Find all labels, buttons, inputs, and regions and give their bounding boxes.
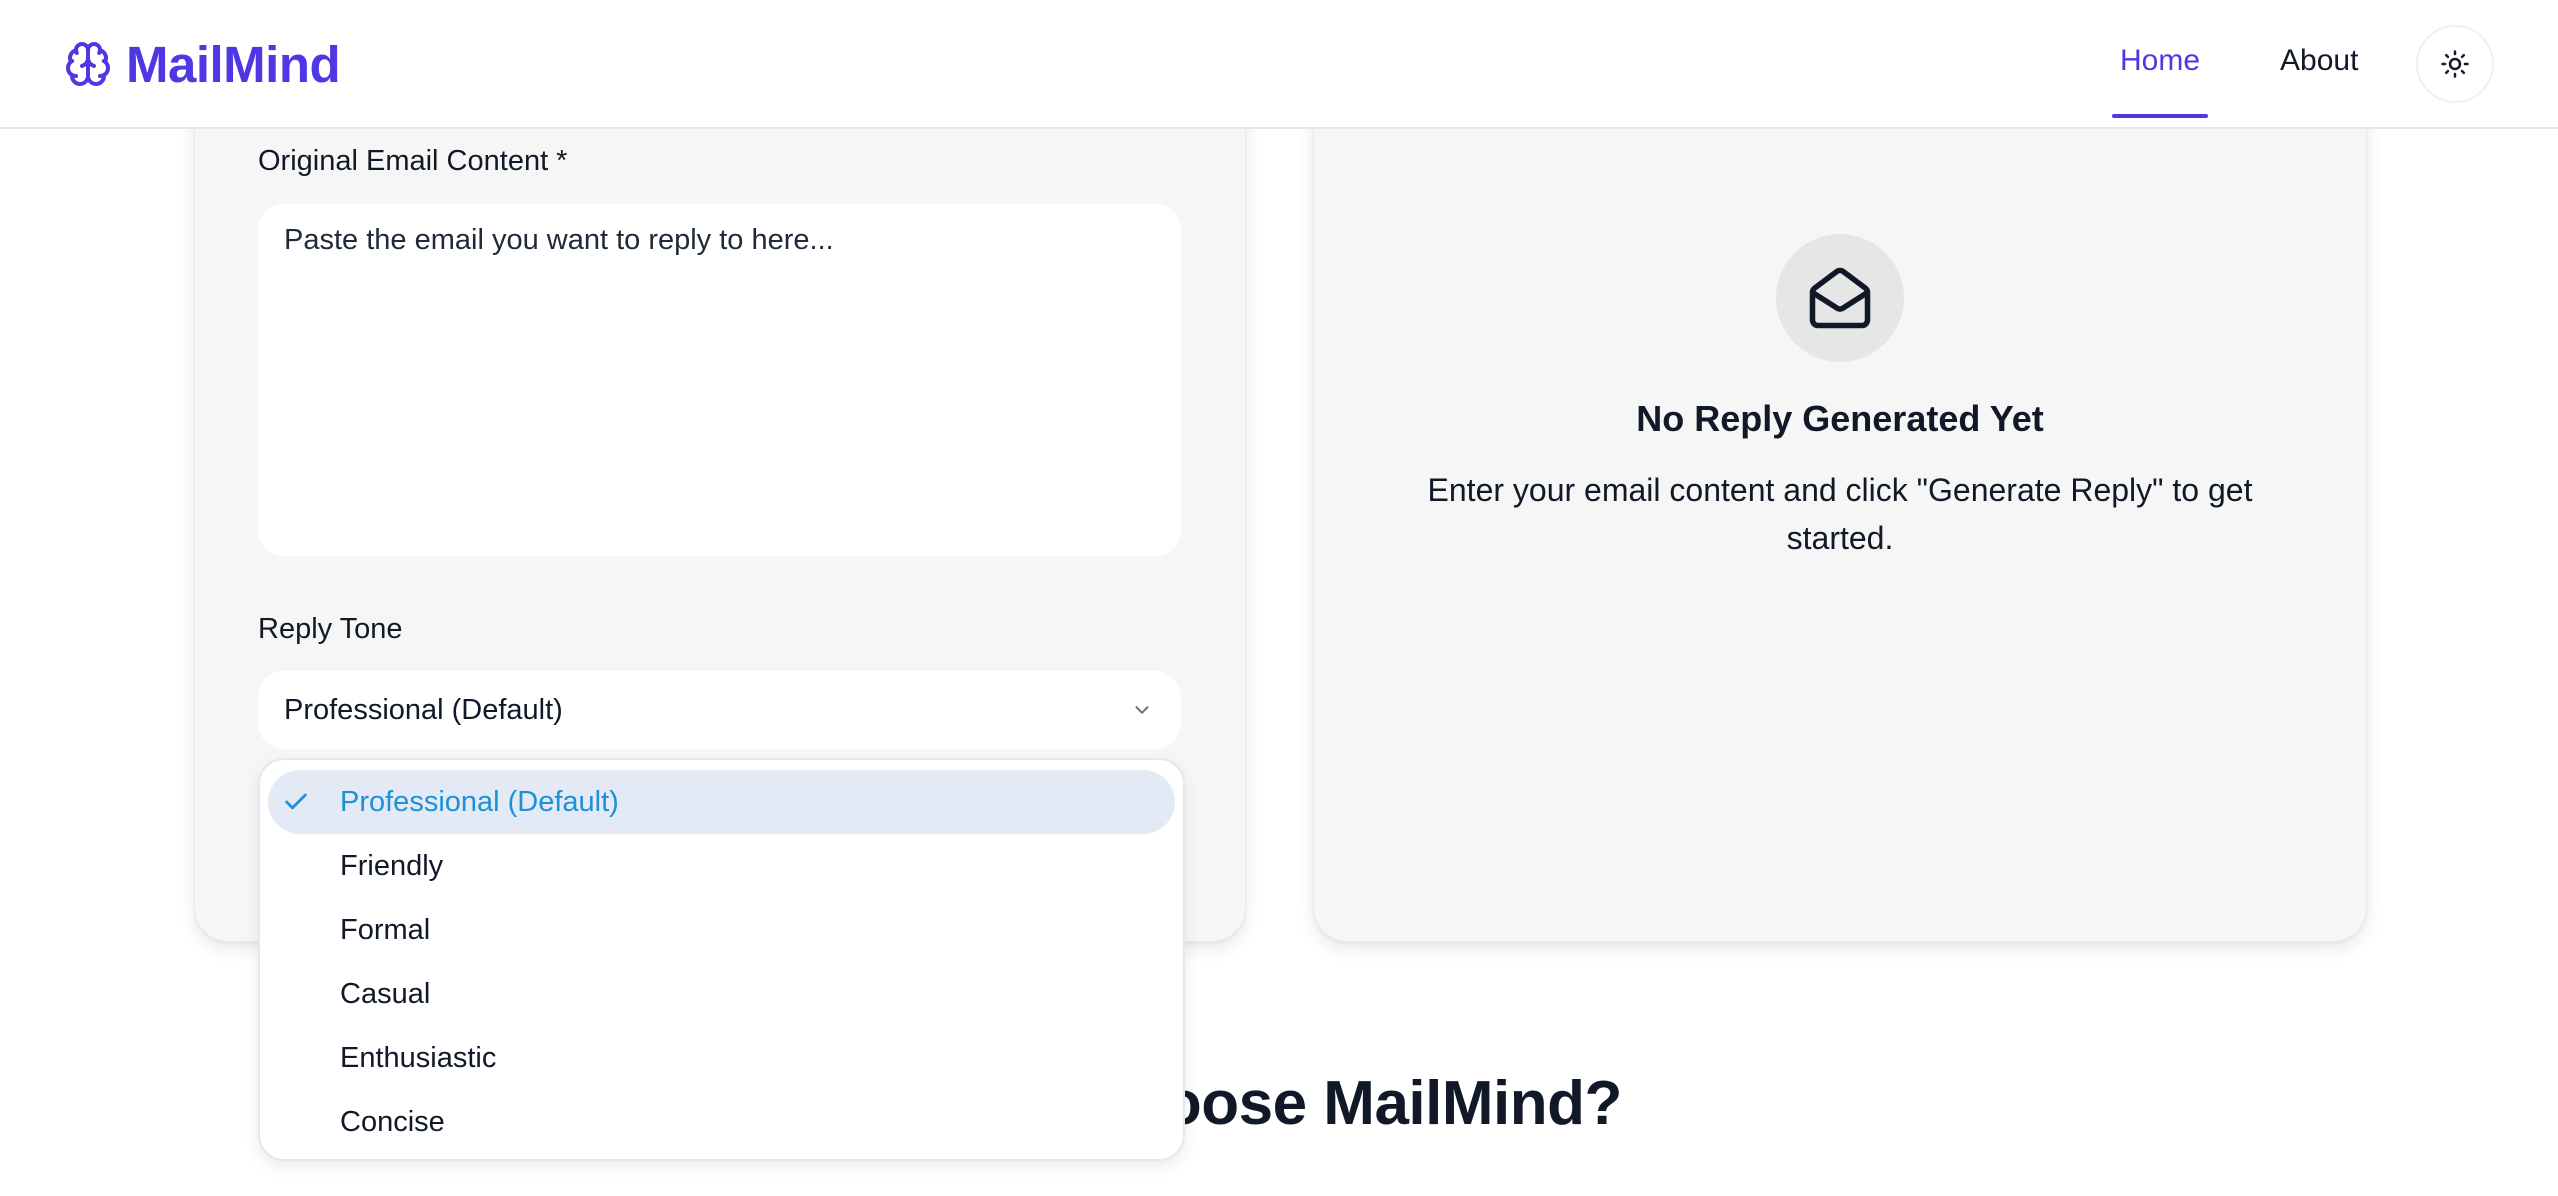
sun-icon	[2441, 50, 2469, 78]
empty-state-title: No Reply Generated Yet	[1636, 398, 2044, 439]
chevron-down-icon	[1135, 706, 1149, 714]
brain-icon	[66, 42, 110, 86]
check-icon	[285, 793, 307, 810]
tone-option-label: Professional (Default)	[340, 785, 619, 818]
reply-tone-selected-value: Professional (Default)	[284, 693, 563, 726]
tone-option-label: Formal	[340, 913, 431, 946]
theme-toggle-button[interactable]	[2416, 25, 2494, 103]
tone-option-label: Concise	[340, 1105, 445, 1138]
tone-option-label: Enthusiastic	[340, 1041, 497, 1074]
reply-tone-select[interactable]: Professional (Default)	[258, 671, 1181, 749]
reply-tone-dropdown-menu: Professional (Default) Friendly Formal C…	[258, 758, 1185, 1161]
tone-option-concise[interactable]: Concise	[268, 1090, 1175, 1154]
brand-logo[interactable]: MailMind	[64, 34, 341, 94]
active-nav-indicator	[2112, 114, 2208, 118]
tone-option-formal[interactable]: Formal	[268, 898, 1175, 962]
tone-option-casual[interactable]: Casual	[268, 962, 1175, 1026]
nav-about-link[interactable]: About	[2280, 44, 2358, 78]
email-content-textarea[interactable]	[258, 204, 1181, 556]
tone-option-label: Casual	[340, 977, 431, 1010]
top-navbar: MailMind Home About	[0, 0, 2558, 129]
tone-option-professional[interactable]: Professional (Default)	[268, 770, 1175, 834]
brand-name: MailMind	[126, 35, 341, 93]
empty-state-description: Enter your email content and click "Gene…	[1427, 472, 2253, 556]
tone-option-enthusiastic[interactable]: Enthusiastic	[268, 1026, 1175, 1090]
nav-home-link[interactable]: Home	[2120, 44, 2200, 78]
mail-open-icon	[1809, 267, 1871, 329]
tone-option-friendly[interactable]: Friendly	[268, 834, 1175, 898]
tone-option-label: Friendly	[340, 849, 444, 882]
email-content-label: Original Email Content *	[258, 145, 568, 177]
empty-state-icon-wrapper	[1776, 234, 1904, 362]
reply-tone-label: Reply Tone	[258, 613, 403, 645]
